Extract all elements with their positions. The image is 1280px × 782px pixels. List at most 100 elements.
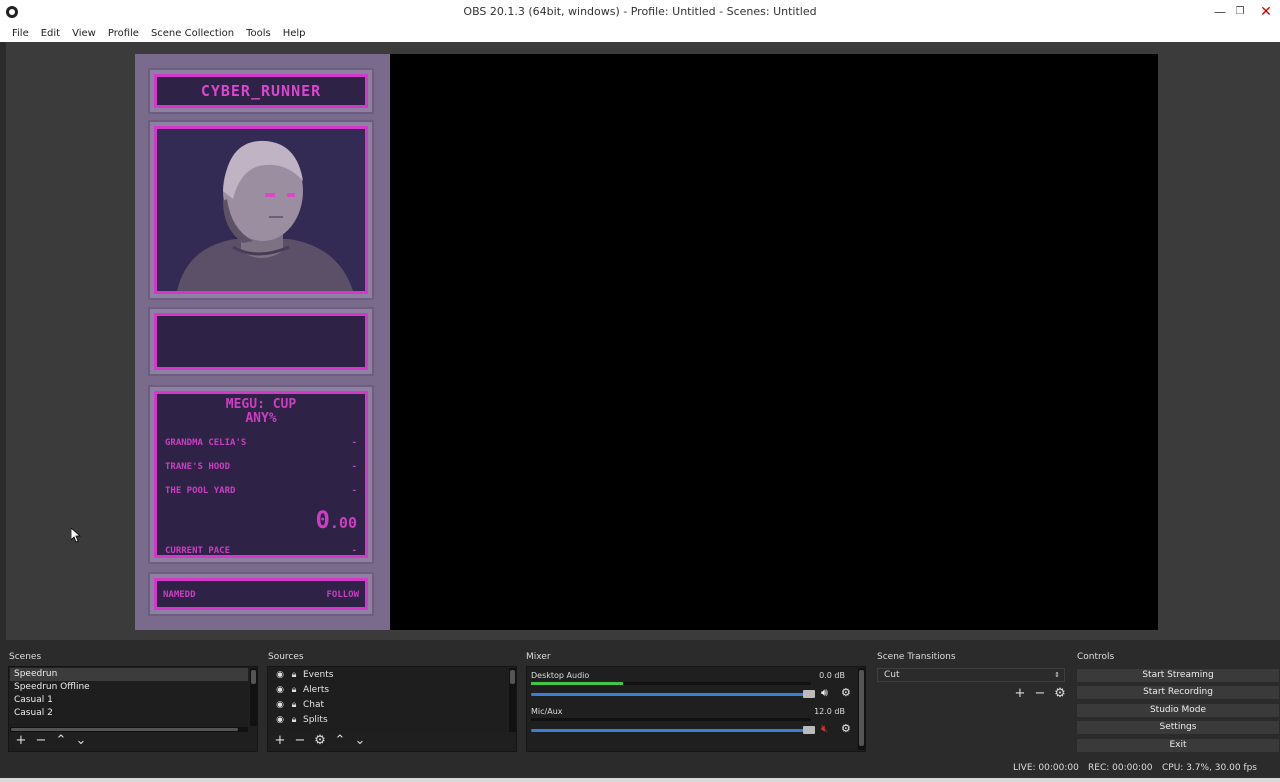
source-item[interactable]: ◉ 🔒︎ Alerts [269,683,507,698]
gear-icon[interactable]: ⚙ [841,722,851,735]
source-name: Events [303,670,334,680]
remove-icon[interactable]: − [294,734,306,747]
menu-help[interactable]: Help [277,28,312,39]
scroll-thumb[interactable] [11,728,238,731]
source-name: Splits [303,715,328,725]
scene-item[interactable]: Speedrun [10,668,248,681]
remove-icon[interactable]: − [1034,687,1046,700]
menu-edit[interactable]: Edit [35,28,66,39]
splits-panel: MEGU: CUP ANY% GRANDMA CELIA'S - TRANE'S… [150,387,372,562]
sources-scrollbar[interactable] [509,668,516,732]
restore-button[interactable]: ❐ [1228,0,1252,24]
pixel-portrait-image [157,129,365,291]
audio-meter [531,682,811,685]
menu-file[interactable]: File [6,28,35,39]
move-up-icon[interactable]: ⌃ [334,734,346,747]
run-timer: 0.00 [315,506,357,534]
eye-icon[interactable]: ◉ [275,668,285,683]
audio-meter [531,718,811,721]
transitions-dock-title: Scene Transitions [877,652,956,662]
scene-item[interactable]: Casual 2 [10,707,248,720]
runner-name-panel: CYBER_RUNNER [150,70,372,112]
gear-icon[interactable]: ⚙ [1054,687,1066,700]
split-name: THE POOL YARD [165,486,236,496]
close-button[interactable]: ✕ [1254,0,1278,24]
move-down-icon[interactable]: ⌄ [354,734,366,747]
gear-icon[interactable]: ⚙ [841,686,851,699]
scene-item[interactable]: Speedrun Offline [10,681,248,694]
eye-icon[interactable]: ◉ [275,713,285,728]
scenes-dock: Speedrun Speedrun Offline Casual 1 Casua… [8,666,258,752]
source-item[interactable]: ◉ 🔒︎ Splits [269,713,507,728]
sources-list[interactable]: ◉ 🔒︎ Events ◉ 🔒︎ Alerts ◉ 🔒︎ Chat ◉ 🔒︎ Splits [269,668,507,732]
add-icon[interactable]: + [1014,687,1026,700]
settings-button[interactable]: Settings [1076,720,1280,735]
channel-name: Desktop Audio [531,671,590,680]
speaker-muted-icon[interactable]: 🔇︎ [821,722,828,736]
scene-item[interactable]: Casual 1 [10,694,248,707]
scenes-scrollbar[interactable] [250,668,257,726]
source-item[interactable]: ◉ 🔒︎ Chat [269,698,507,713]
live-status: LIVE: 00:00:00 [1013,763,1079,773]
mixer-scrollbar[interactable] [858,668,865,750]
studio-mode-button[interactable]: Studio Mode [1076,703,1280,718]
volume-slider[interactable] [531,729,811,732]
menu-tools[interactable]: Tools [240,28,277,39]
lock-icon[interactable]: 🔒︎ [289,683,299,698]
menu-bar: File Edit View Profile Scene Collection … [0,24,1280,42]
move-up-icon[interactable]: ⌃ [55,734,67,747]
transitions-dock: Cut ⇕ + − ⚙ [875,666,1070,752]
footer-panel: NAMEDD FOLLOW [150,574,372,614]
transition-value: Cut [884,670,900,680]
source-name: Alerts [303,685,330,695]
scroll-thumb[interactable] [251,670,256,684]
scroll-thumb[interactable] [510,670,515,684]
exit-button[interactable]: Exit [1076,738,1280,753]
gear-icon[interactable]: ⚙ [314,734,326,747]
footer-name: NAMEDD [163,590,196,600]
spinner-arrows-icon: ⇕ [1054,671,1060,679]
scroll-thumb[interactable] [859,670,864,746]
transition-select[interactable]: Cut ⇕ [877,668,1065,682]
timer-seconds: 0 [315,506,330,534]
cpu-status: CPU: 3.7%, 30.00 fps [1162,763,1257,773]
menu-scene-collection[interactable]: Scene Collection [145,28,240,39]
pace-label: CURRENT PACE [165,546,231,556]
volume-handle[interactable] [803,726,815,734]
eye-icon[interactable]: ◉ [275,683,285,698]
speedrun-overlay[interactable]: CYBER_RUNNER MEGU: CUP ANY% GRANDMA CELI… [135,54,390,630]
split-name: GRANDMA CELIA'S [165,438,247,448]
lock-icon[interactable]: 🔒︎ [289,668,299,683]
scenes-list[interactable]: Speedrun Speedrun Offline Casual 1 Casua… [10,668,248,726]
scenes-hscrollbar[interactable] [10,727,248,732]
split-time: - [351,486,357,496]
volume-handle[interactable] [803,690,815,698]
move-down-icon[interactable]: ⌄ [75,734,87,747]
source-name: Chat [303,700,325,710]
speaker-icon[interactable]: 🔊︎ [821,686,828,700]
source-item[interactable]: ◉ 🔒︎ Events [269,668,507,683]
lock-icon[interactable]: 🔒︎ [289,698,299,713]
scenes-dock-title: Scenes [9,652,42,662]
mouse-cursor-icon [71,528,81,543]
add-icon[interactable]: + [274,734,286,747]
start-streaming-button[interactable]: Start Streaming [1076,668,1280,683]
rec-status: REC: 00:00:00 [1088,763,1153,773]
mixer-dock: Desktop Audio 0.0 dB 🔊︎ ⚙ Mic/Aux 12.0 d… [526,666,866,752]
channel-db: 0.0 dB [819,671,845,680]
runner-portrait [150,122,372,298]
scenes-toolbar: + − ⌃ ⌄ [15,734,87,747]
timer-decimals: .00 [329,514,357,532]
menu-view[interactable]: View [66,28,102,39]
add-icon[interactable]: + [15,734,27,747]
volume-slider[interactable] [531,693,811,696]
eye-icon[interactable]: ◉ [275,698,285,713]
split-time: - [351,462,357,472]
remove-icon[interactable]: − [35,734,47,747]
menu-profile[interactable]: Profile [102,28,145,39]
start-recording-button[interactable]: Start Recording [1076,685,1280,700]
title-bar: OBS 20.1.3 (64bit, windows) - Profile: U… [0,0,1280,24]
footer-follow: FOLLOW [326,590,359,600]
split-time: - [351,438,357,448]
lock-icon[interactable]: 🔒︎ [289,713,299,728]
